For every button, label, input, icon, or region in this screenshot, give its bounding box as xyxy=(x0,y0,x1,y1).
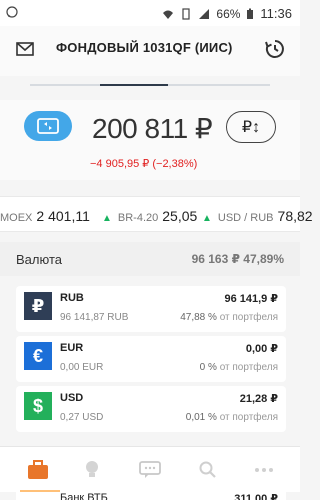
asset-quantity: 0,00 EUR xyxy=(60,362,104,373)
asset-name: EUR xyxy=(60,342,84,354)
trend-up-icon: ▲ xyxy=(202,213,212,224)
asset-name: RUB xyxy=(60,292,84,304)
ticker-value: 25,05 xyxy=(162,208,198,224)
asset-share-label: от портфеля xyxy=(219,362,278,373)
dollar-icon: $ xyxy=(24,392,52,420)
battery-level: 66% xyxy=(216,6,241,21)
signal-icon xyxy=(199,8,210,19)
ticker-label: MOEX xyxy=(0,212,33,224)
status-bar: 66% 11:36 xyxy=(0,0,300,26)
sim-icon xyxy=(182,7,190,20)
section-currency[interactable]: Валюта 96 163 ₽ 47,89% xyxy=(0,242,300,276)
ticker-usd-rub[interactable]: ▲ USD / RUB 78,82 xyxy=(202,208,313,224)
bottom-nav xyxy=(0,446,300,492)
status-left xyxy=(6,6,18,18)
asset-row-eur[interactable]: € EUR 0,00 EUR 0,00 ₽ 0 % от портфеля xyxy=(16,336,286,382)
euro-icon: € xyxy=(24,342,52,370)
battery-icon xyxy=(247,8,254,19)
trend-up-icon: ▲ xyxy=(102,213,112,224)
pager-active-indicator xyxy=(100,84,168,86)
asset-name: USD xyxy=(60,392,84,404)
section-title: Валюта xyxy=(16,252,62,267)
asset-share: 47,88 % от портфеля xyxy=(180,312,278,323)
ticker-brent[interactable]: ▲ BR-4.20 25,05 xyxy=(102,208,197,224)
wallet-transfer-icon xyxy=(37,118,59,134)
search-icon xyxy=(199,461,216,478)
nav-portfolio[interactable] xyxy=(26,459,50,481)
currency-toggle-button[interactable]: ₽↕ xyxy=(226,111,276,143)
ticker-value: 2 401,11 xyxy=(36,208,90,224)
asset-row-vtb[interactable]: Банк ВТБ 311,00 ₽ xyxy=(16,492,286,500)
portfolio-change: −4 905,95 ₽ (−2,38%) xyxy=(90,158,198,170)
wallet-button[interactable] xyxy=(24,111,72,141)
chat-icon xyxy=(139,461,161,478)
nav-search[interactable] xyxy=(196,459,220,481)
nav-more[interactable] xyxy=(252,459,276,481)
asset-amount: 21,28 ₽ xyxy=(239,393,278,405)
whatsapp-icon xyxy=(6,6,18,18)
nav-chat[interactable] xyxy=(138,459,162,481)
more-icon xyxy=(255,468,273,472)
asset-share: 0 % от портфеля xyxy=(200,362,278,373)
asset-share-value: 0 % xyxy=(199,362,217,373)
mail-icon[interactable] xyxy=(14,38,36,60)
ticker-label: USD / RUB xyxy=(217,212,274,224)
asset-share: 0,01 % от портфеля xyxy=(186,412,278,423)
status-time: 11:36 xyxy=(260,6,292,21)
asset-name: Банк ВТБ xyxy=(60,492,108,500)
section-sum: 96 163 ₽ 47,89% xyxy=(191,252,284,266)
ruble-icon: ₽ xyxy=(24,292,52,320)
asset-row-usd[interactable]: $ USD 0,27 USD 21,28 ₽ 0,01 % от портфел… xyxy=(16,386,286,432)
portfolio-pager xyxy=(30,84,270,86)
portfolio-title[interactable]: ФОНДОВЫЙ 1031QF (ИИС) xyxy=(56,40,233,55)
status-right: 66% 11:36 xyxy=(162,6,292,21)
asset-amount: 311,00 ₽ xyxy=(234,493,278,500)
ticker-value: 78,82 xyxy=(277,208,313,224)
wifi-icon xyxy=(163,10,174,19)
ticker-bar[interactable]: MOEX 2 401,11 ▲ BR-4.20 25,05 ▲ USD / RU… xyxy=(0,196,313,232)
asset-share-value: 47,88 % xyxy=(180,312,217,323)
asset-quantity: 96 141,87 RUB xyxy=(60,312,129,323)
ticker-moex[interactable]: MOEX 2 401,11 xyxy=(0,208,90,224)
balance-block: 200 811 ₽ ₽↕ −4 905,95 ₽ (−2,38%) xyxy=(0,100,300,180)
nav-ideas[interactable] xyxy=(80,459,104,481)
asset-share-value: 0,01 % xyxy=(185,412,217,423)
asset-share-label: от портфеля xyxy=(219,312,278,323)
portfolio-total: 200 811 ₽ xyxy=(92,113,213,144)
asset-row-rub[interactable]: ₽ RUB 96 141,87 RUB 96 141,9 ₽ 47,88 % о… xyxy=(16,286,286,332)
asset-amount: 0,00 ₽ xyxy=(245,343,278,355)
ticker-label: BR-4.20 xyxy=(117,212,159,224)
briefcase-icon xyxy=(28,460,48,479)
lightbulb-icon xyxy=(86,461,98,477)
app-header: ФОНДОВЫЙ 1031QF (ИИС) xyxy=(0,26,300,76)
asset-share-label: от портфеля xyxy=(219,412,278,423)
asset-quantity: 0,27 USD xyxy=(60,412,104,423)
asset-amount: 96 141,9 ₽ xyxy=(224,293,278,305)
history-icon[interactable] xyxy=(264,38,286,60)
